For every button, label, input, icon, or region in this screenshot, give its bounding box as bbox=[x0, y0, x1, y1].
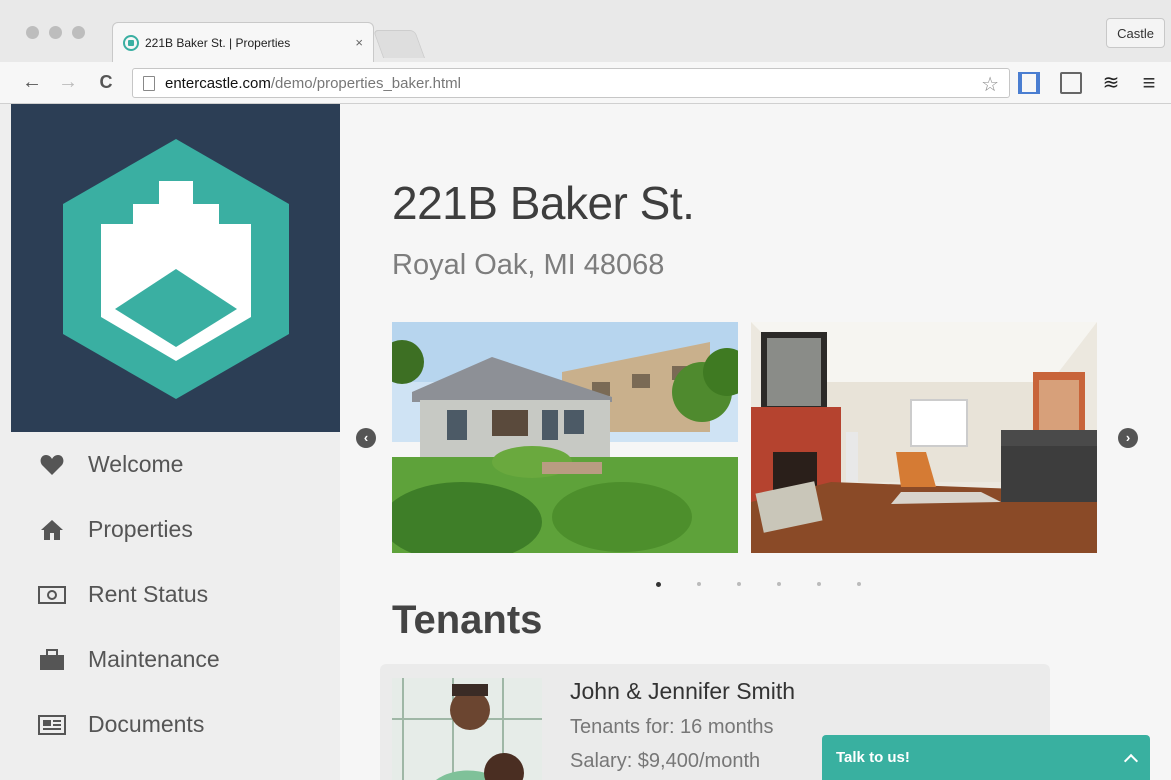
maximize-window-button[interactable] bbox=[72, 26, 85, 39]
carousel-next-button[interactable]: › bbox=[1118, 428, 1138, 448]
page-icon bbox=[143, 75, 155, 91]
property-photo-exterior[interactable] bbox=[392, 322, 738, 553]
browser-titlebar: 221B Baker St. | Properties × Castle bbox=[0, 0, 1171, 62]
sidebar-item-rent-status[interactable]: Rent Status bbox=[0, 562, 340, 627]
tenant-name: John & Jennifer Smith bbox=[570, 678, 796, 704]
property-address: 221B Baker St. bbox=[392, 177, 695, 229]
cast-icon[interactable] bbox=[1060, 72, 1082, 94]
browser-menu-icon[interactable]: ≡ bbox=[1138, 72, 1160, 94]
talk-to-us-chat-widget[interactable]: Talk to us! bbox=[822, 735, 1150, 780]
carousel-dot[interactable] bbox=[656, 582, 661, 587]
castle-favicon-icon bbox=[123, 34, 139, 51]
castle-logo-icon bbox=[63, 139, 289, 399]
carousel-dot[interactable] bbox=[737, 582, 741, 586]
tenant-duration: Tenants for: 16 months bbox=[570, 716, 774, 738]
new-tab-button[interactable] bbox=[372, 30, 426, 58]
home-icon bbox=[36, 518, 68, 542]
reload-button[interactable]: C bbox=[94, 70, 118, 94]
url-host: entercastle.com bbox=[165, 74, 271, 92]
sidebar-item-label: Documents bbox=[88, 711, 205, 737]
sidebar-item-label: Maintenance bbox=[88, 646, 220, 672]
tenant-salary: Salary: $9,400/month bbox=[570, 750, 761, 772]
tab-close-icon[interactable]: × bbox=[355, 35, 363, 50]
browser-toolbar: ← → C entercastle.com /demo/properties_b… bbox=[0, 62, 1171, 104]
layers-extension-icon[interactable]: ≋ bbox=[1100, 72, 1122, 94]
sidebar-item-documents[interactable]: Documents bbox=[0, 692, 340, 757]
carousel-dot[interactable] bbox=[857, 582, 861, 586]
sidebar-item-maintenance[interactable]: Maintenance bbox=[0, 627, 340, 692]
main-content: 221B Baker St. Royal Oak, MI 48068 ‹ › T… bbox=[340, 104, 1171, 780]
carousel-indicators bbox=[656, 582, 861, 587]
minimize-window-button[interactable] bbox=[49, 26, 62, 39]
carousel-dot[interactable] bbox=[817, 582, 821, 586]
sidebar: Welcome Properties Rent Status Maintenan… bbox=[0, 104, 340, 780]
sidebar-item-welcome[interactable]: Welcome bbox=[0, 432, 340, 497]
bookmark-star-icon[interactable]: ☆ bbox=[981, 72, 999, 97]
sidebar-item-label: Welcome bbox=[88, 451, 184, 477]
chat-label: Talk to us! bbox=[836, 749, 910, 766]
sidebar-nav: Welcome Properties Rent Status Maintenan… bbox=[0, 432, 340, 757]
browser-tab-active[interactable]: 221B Baker St. | Properties × bbox=[112, 22, 374, 62]
document-icon bbox=[36, 713, 68, 737]
fullscreen-extension-icon[interactable] bbox=[1018, 72, 1040, 94]
sidebar-item-properties[interactable]: Properties bbox=[0, 497, 340, 562]
carousel-prev-button[interactable]: ‹ bbox=[356, 428, 376, 448]
sidebar-item-label: Rent Status bbox=[88, 581, 209, 607]
briefcase-icon bbox=[36, 648, 68, 672]
carousel-dot[interactable] bbox=[697, 582, 701, 586]
window-controls bbox=[26, 26, 85, 39]
chevron-up-icon[interactable] bbox=[1123, 753, 1139, 768]
forward-button[interactable]: → bbox=[56, 70, 80, 94]
house-exterior-image bbox=[392, 322, 738, 553]
address-bar[interactable]: entercastle.com /demo/properties_baker.h… bbox=[132, 68, 1010, 98]
tab-title: 221B Baker St. | Properties bbox=[145, 35, 291, 50]
property-photo-interior[interactable] bbox=[751, 322, 1097, 553]
property-city: Royal Oak, MI 48068 bbox=[392, 249, 665, 281]
living-room-image bbox=[751, 322, 1097, 553]
profile-button[interactable]: Castle bbox=[1106, 18, 1165, 48]
sidebar-item-label: Properties bbox=[88, 516, 193, 542]
tenants-heading: Tenants bbox=[392, 598, 543, 642]
back-button[interactable]: ← bbox=[20, 70, 44, 94]
castle-logo[interactable] bbox=[11, 104, 340, 432]
close-window-button[interactable] bbox=[26, 26, 39, 39]
tenant-avatar bbox=[392, 678, 542, 780]
carousel-dot[interactable] bbox=[777, 582, 781, 586]
money-icon bbox=[36, 583, 68, 607]
heart-icon bbox=[36, 453, 68, 477]
url-path: /demo/properties_baker.html bbox=[270, 74, 461, 92]
